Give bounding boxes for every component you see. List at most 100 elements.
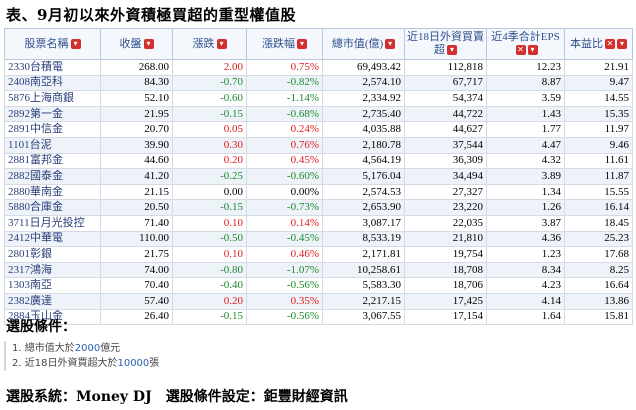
table-cell: 0.24% bbox=[246, 121, 323, 138]
stock-name-link[interactable]: 2412中華電 bbox=[4, 230, 101, 248]
sort-icon[interactable]: ▾ bbox=[297, 38, 307, 49]
column-header[interactable]: 總市值(億) ▾ bbox=[322, 28, 405, 60]
table-cell: 1.43 bbox=[486, 105, 565, 123]
table-cell: 1.34 bbox=[486, 183, 565, 201]
table-cell: 19,754 bbox=[404, 246, 487, 263]
table-row: 2881富邦金 44.60 0.20 0.45% 4,564.19 36,309 4.32 1… bbox=[4, 152, 633, 170]
table-row: 2801彰銀 21.75 0.10 0.46% 2,171.81 19,754 1.23 17… bbox=[4, 246, 633, 263]
stock-name-link[interactable]: 1303南亞 bbox=[4, 277, 101, 294]
table-cell: -0.80 bbox=[172, 261, 247, 279]
table-cell: 39.90 bbox=[100, 136, 173, 154]
table-cell: 44.60 bbox=[100, 152, 173, 170]
stock-name-link[interactable]: 2892第一金 bbox=[4, 105, 101, 123]
table-cell: 0.35% bbox=[246, 292, 323, 310]
stock-name-link[interactable]: 5876上海商銀 bbox=[4, 90, 101, 107]
sort-icon[interactable]: ▾ bbox=[70, 38, 81, 49]
page-title: 表、9月初以來外資積極買超的重型權值股 bbox=[6, 6, 296, 24]
sort-icon[interactable]: ▾ bbox=[617, 38, 627, 49]
table-cell: 70.40 bbox=[100, 277, 173, 294]
column-header-label: 收盤 bbox=[119, 37, 142, 50]
table-cell: 41.20 bbox=[100, 168, 173, 185]
table-cell: -0.70 bbox=[172, 74, 247, 92]
table-cell: 8.87 bbox=[486, 74, 565, 92]
table-cell: -0.60 bbox=[172, 90, 247, 107]
stock-name-link[interactable]: 2408南亞科 bbox=[4, 74, 101, 92]
footer-source: 選股系統：Money DJ 選股條件設定：鉅豐財經資訊 bbox=[6, 389, 348, 405]
table-cell: 2,574.10 bbox=[322, 74, 405, 92]
sort-icon[interactable]: ▾ bbox=[527, 45, 538, 56]
criteria-pre: 總市值大於 bbox=[24, 343, 75, 354]
table-row: 2382廣達 57.40 0.20 0.35% 2,217.15 17,425 4.14 13… bbox=[4, 292, 633, 310]
table-cell: 52.10 bbox=[100, 90, 173, 107]
column-header-label: 總市值(億) bbox=[331, 37, 384, 50]
table-cell: 84.30 bbox=[100, 74, 173, 92]
stock-name-link[interactable]: 2891中信金 bbox=[4, 121, 101, 138]
stock-name-link[interactable]: 2317鴻海 bbox=[4, 261, 101, 279]
table-cell: 2,217.15 bbox=[322, 292, 405, 310]
sort-icon[interactable]: ▾ bbox=[216, 38, 227, 49]
stock-name-link[interactable]: 2801彰銀 bbox=[4, 246, 101, 263]
table-row: 1303南亞 70.40 -0.40 -0.56% 5,583.30 18,706 4.23… bbox=[4, 277, 633, 294]
table-row: 2880華南金 21.15 0.00 0.00% 2,574.53 27,327 1.34 1… bbox=[4, 183, 633, 201]
column-header[interactable]: 收盤 ▾ bbox=[100, 28, 173, 60]
stock-name-link[interactable]: 3711日月光投控 bbox=[4, 214, 101, 232]
table-cell: -0.50 bbox=[172, 230, 247, 248]
table-cell: 17.68 bbox=[564, 246, 633, 263]
table-cell: -0.45% bbox=[246, 230, 323, 248]
sort-icon[interactable]: ▾ bbox=[143, 38, 154, 49]
table-cell: 69,493.42 bbox=[322, 59, 405, 76]
table-cell: -0.15 bbox=[172, 105, 247, 123]
table-cell: 22,035 bbox=[404, 214, 487, 232]
table-cell: 15.55 bbox=[564, 183, 633, 201]
table-cell: 0.46% bbox=[246, 246, 323, 263]
remove-icon[interactable]: ✕ bbox=[605, 38, 615, 49]
table-cell: 2,574.53 bbox=[322, 183, 405, 201]
table-cell: 4,035.88 bbox=[322, 121, 405, 138]
table-cell: 2,180.78 bbox=[322, 136, 405, 154]
table-cell: 5,176.04 bbox=[322, 168, 405, 185]
table-cell: 4.23 bbox=[486, 277, 565, 294]
stock-name-link[interactable]: 5880合庫金 bbox=[4, 199, 101, 216]
table-cell: 0.00 bbox=[172, 183, 247, 201]
table-row: 2891中信金 20.70 0.05 0.24% 4,035.88 44,627 1.77 1… bbox=[4, 121, 633, 138]
table-row: 2882國泰金 41.20 -0.25 -0.60% 5,176.04 34,494 3.8… bbox=[4, 168, 633, 185]
table-cell: 0.05 bbox=[172, 121, 247, 138]
table-cell: 57.40 bbox=[100, 292, 173, 310]
column-header[interactable]: 股票名稱 ▾ bbox=[4, 28, 101, 60]
table-cell: 21.95 bbox=[100, 105, 173, 123]
table-cell: 2,653.90 bbox=[322, 199, 405, 216]
column-header[interactable]: 近18日外資買賣超 ▾ bbox=[404, 28, 487, 60]
table-cell: 4,564.19 bbox=[322, 152, 405, 170]
table-cell: 12.23 bbox=[486, 59, 565, 76]
criteria-item: 2. 近18日外資買超大於10000張 bbox=[12, 356, 636, 371]
table-cell: 2,334.92 bbox=[322, 90, 405, 107]
remove-icon[interactable]: ✕ bbox=[515, 45, 526, 56]
table-cell: -0.60% bbox=[246, 168, 323, 185]
table-cell: 2,171.81 bbox=[322, 246, 405, 263]
column-header[interactable]: 本益比 ✕ ▾ bbox=[564, 28, 633, 60]
stock-name-link[interactable]: 2882國泰金 bbox=[4, 168, 101, 185]
stock-name-link[interactable]: 1101台泥 bbox=[4, 136, 101, 154]
table-cell: 0.75% bbox=[246, 59, 323, 76]
table-cell: 21.91 bbox=[564, 59, 633, 76]
table-cell: -0.82% bbox=[246, 74, 323, 92]
table-cell: 1.26 bbox=[486, 199, 565, 216]
table-cell: 11.87 bbox=[564, 168, 633, 185]
column-header[interactable]: 漲跌幅 ▾ bbox=[246, 28, 323, 60]
stock-name-link[interactable]: 2382廣達 bbox=[4, 292, 101, 310]
column-header-label: 本益比 bbox=[570, 37, 603, 50]
sort-icon[interactable]: ▾ bbox=[447, 45, 457, 56]
table-cell: 4.36 bbox=[486, 230, 565, 248]
stock-name-link[interactable]: 2880華南金 bbox=[4, 183, 101, 201]
column-header[interactable]: 近4季合計EPS ✕ ▾ bbox=[486, 28, 565, 60]
criteria-hl: 2000 bbox=[74, 343, 101, 354]
table-cell: 0.30 bbox=[172, 136, 247, 154]
column-header[interactable]: 漲跌 ▾ bbox=[172, 28, 247, 60]
stock-name-link[interactable]: 2330台積電 bbox=[4, 59, 101, 76]
stock-name-link[interactable]: 2881富邦金 bbox=[4, 152, 101, 170]
table-cell: 18,708 bbox=[404, 261, 487, 279]
sort-icon[interactable]: ▾ bbox=[385, 38, 396, 49]
table-cell: 36,309 bbox=[404, 152, 487, 170]
column-header-label: 漲跌幅 bbox=[262, 37, 295, 50]
table-cell: 25.23 bbox=[564, 230, 633, 248]
